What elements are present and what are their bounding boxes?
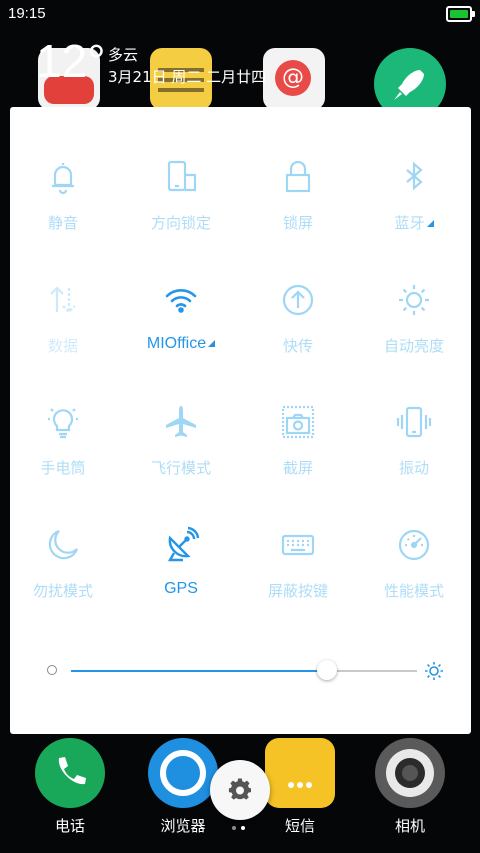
toggle-label: 自动亮度 — [383, 337, 444, 355]
brightness-low-icon — [47, 665, 57, 675]
dock-label: 电话 — [54, 817, 85, 835]
airplane-icon — [166, 406, 196, 437]
toggle-bluetooth[interactable]: 蓝牙 — [364, 133, 464, 243]
weather-date: 3月21日 周二 二月廿四 — [108, 68, 267, 86]
toggle-block-keys[interactable]: 屏蔽按键 — [248, 501, 348, 611]
toggle-label: 屏蔽按键 — [267, 582, 328, 600]
toggle-label: 振动 — [398, 459, 429, 477]
toggle-performance-mode[interactable]: 性能模式 — [364, 501, 464, 611]
toggle-wifi[interactable]: MIOffice — [131, 256, 231, 366]
toggle-gps[interactable]: GPS — [131, 501, 231, 611]
battery-icon — [446, 6, 475, 22]
brightness-high-icon — [425, 662, 443, 680]
mail-app-icon[interactable]: @ — [263, 48, 325, 110]
toggle-label: 勿扰模式 — [32, 582, 93, 600]
upload-arrow-icon — [282, 284, 314, 316]
more-indicator-icon — [208, 340, 216, 347]
toggle-label: 锁屏 — [282, 214, 313, 232]
toggle-screenshot[interactable]: 截屏 — [248, 378, 348, 488]
toggle-vibrate[interactable]: 振动 — [364, 378, 464, 488]
toggle-airplane-mode[interactable]: 飞行模式 — [131, 378, 231, 488]
quick-settings-panel: 静音 方向锁定 锁屏 蓝牙 数据 MIOffice 快传 自动亮度 手电筒 飞行… — [10, 107, 471, 734]
toggle-flashlight[interactable]: 手电筒 — [13, 378, 113, 488]
toggle-rotation-lock[interactable]: 方向锁定 — [131, 133, 231, 243]
toggle-auto-brightness[interactable]: 自动亮度 — [364, 256, 464, 366]
vibrate-icon — [396, 406, 432, 438]
toggle-lock-screen[interactable]: 锁屏 — [248, 133, 348, 243]
toggle-label: GPS — [164, 580, 198, 597]
brightness-thumb[interactable] — [317, 660, 338, 680]
message-icon — [265, 738, 335, 808]
brightness-fill — [71, 670, 328, 672]
dock-label: 浏览器 — [160, 817, 206, 835]
bell-icon — [52, 163, 74, 195]
toggle-label: 数据 — [47, 337, 78, 355]
camera-lens-icon — [375, 738, 445, 808]
toggle-label: 截屏 — [282, 459, 313, 477]
light-bulb-icon — [48, 408, 78, 439]
gear-icon — [228, 778, 251, 800]
weather-condition: 多云 — [108, 46, 139, 64]
brightness-slider[interactable] — [45, 656, 445, 686]
toggle-label: 飞行模式 — [150, 459, 211, 477]
brightness-track[interactable] — [71, 660, 417, 680]
toggle-label: MIOffice — [131, 335, 231, 353]
sun-icon — [399, 285, 429, 315]
toggle-label: 性能模式 — [383, 582, 444, 600]
toggle-label: 方向锁定 — [150, 214, 211, 232]
settings-button[interactable] — [210, 760, 270, 820]
page-indicator — [232, 826, 252, 832]
temperature: 12° — [36, 35, 106, 87]
toggle-label: 快传 — [282, 337, 313, 355]
satellite-dish-icon — [167, 526, 200, 562]
bluetooth-icon — [406, 161, 423, 191]
phone-icon — [35, 738, 105, 808]
keyboard-icon — [281, 534, 315, 556]
toggle-quick-transfer[interactable]: 快传 — [248, 256, 348, 366]
moon-icon — [48, 529, 79, 560]
toggle-label: 静音 — [47, 214, 78, 232]
dock-label: 相机 — [394, 817, 425, 835]
camera-icon — [281, 405, 315, 439]
toggle-label: 手电筒 — [40, 459, 86, 477]
dock-label: 短信 — [284, 817, 315, 835]
dock-app-camera[interactable]: 相机 — [370, 735, 450, 845]
phone-rotation-icon — [167, 160, 197, 192]
toggle-mobile-data[interactable]: 数据 — [13, 256, 113, 366]
browser-icon — [148, 738, 218, 808]
dock-app-phone[interactable]: 电话 — [30, 735, 110, 845]
lock-icon — [285, 160, 311, 193]
toggle-label: 蓝牙 — [364, 212, 464, 233]
more-indicator-icon — [426, 220, 434, 227]
speedometer-icon — [398, 529, 430, 561]
wifi-icon — [165, 289, 197, 313]
status-bar: 19:15 — [0, 0, 480, 28]
status-time: 19:15 — [8, 5, 46, 22]
mobile-data-icon — [50, 286, 76, 314]
toggle-silent[interactable]: 静音 — [13, 133, 113, 243]
dock-app-messages[interactable]: 短信 — [260, 735, 340, 845]
toggle-do-not-disturb[interactable]: 勿扰模式 — [13, 501, 113, 611]
